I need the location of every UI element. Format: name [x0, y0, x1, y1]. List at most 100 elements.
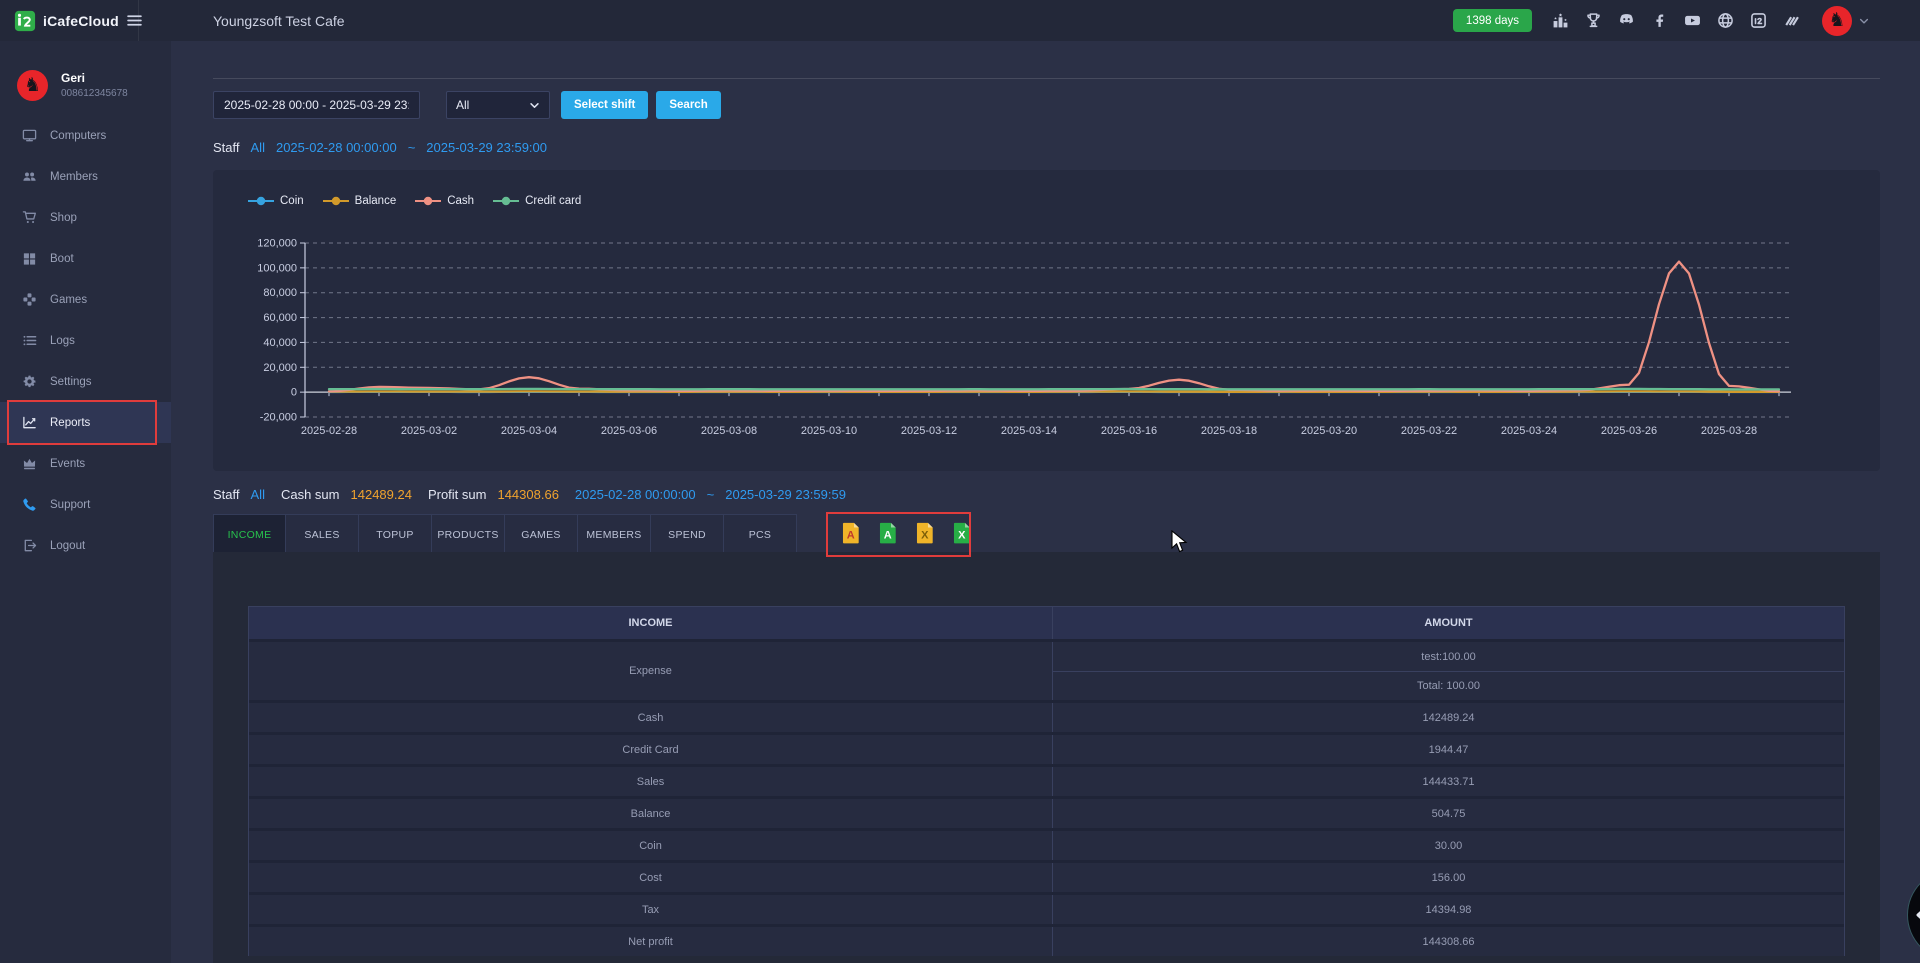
days-badge[interactable]: 1398 days [1453, 9, 1532, 32]
icafecloud-logo-icon [14, 10, 36, 32]
sidebar-item-settings[interactable]: Settings [0, 361, 171, 402]
income-label-cell: Cash [249, 703, 1053, 732]
icafecloud-icon[interactable] [1750, 12, 1767, 29]
table-row: Cost156.00 [249, 860, 1844, 892]
layers-icon[interactable] [1783, 12, 1800, 29]
sidebar-item-label: Events [50, 458, 85, 470]
svg-text:2025-03-14: 2025-03-14 [1001, 425, 1057, 437]
sidebar-item-reports[interactable]: Reports [0, 402, 171, 443]
tab-games[interactable]: GAMES [505, 514, 578, 556]
legend-marker-icon [322, 196, 350, 206]
sidebar-item-events[interactable]: Events [0, 443, 171, 484]
settings-icon [22, 374, 37, 389]
income-label-cell: Net profit [249, 927, 1053, 956]
chevron-left-icon [1913, 902, 1920, 928]
income-table-panel: INCOMEAMOUNTExpensetest:100.00Total: 100… [213, 552, 1880, 963]
svg-text:2025-03-12: 2025-03-12 [901, 425, 957, 437]
user-profile: ♞ Geri 008612345678 [0, 41, 171, 105]
income-label-cell: Cost [249, 863, 1053, 892]
legend-item-credit-card[interactable]: Credit card [492, 195, 581, 207]
legend-label: Credit card [525, 195, 581, 207]
legend-marker-icon [247, 196, 275, 206]
table-header-row: INCOMEAMOUNT [249, 607, 1844, 639]
legend-label: Balance [355, 195, 397, 207]
games-icon [22, 292, 37, 307]
svg-text:120,000: 120,000 [257, 238, 297, 250]
user-name: Geri [61, 71, 128, 85]
select-shift-button[interactable]: Select shift [561, 91, 648, 119]
export-pdf-green-icon[interactable]: A [878, 522, 898, 544]
staff-value[interactable]: All [251, 487, 265, 502]
amount-cell: 14394.98 [1053, 895, 1844, 924]
profit-sum-label: Profit sum [428, 487, 487, 502]
page-title: Youngzsoft Test Cafe [213, 13, 345, 29]
globe-icon[interactable] [1717, 12, 1734, 29]
discord-icon[interactable] [1618, 12, 1635, 29]
sidebar-item-label: Shop [50, 212, 77, 224]
svg-text:20,000: 20,000 [263, 362, 297, 374]
legend-item-balance[interactable]: Balance [322, 195, 397, 207]
hamburger-menu-icon[interactable] [126, 12, 143, 29]
sidebar-item-label: Computers [50, 130, 106, 142]
sidebar-item-shop[interactable]: Shop [0, 197, 171, 238]
staff-select[interactable]: All [446, 91, 550, 119]
staff-value[interactable]: All [251, 140, 265, 155]
svg-text:-20,000: -20,000 [260, 412, 297, 424]
income-label-cell: Expense [249, 642, 1053, 700]
sidebar-item-logout[interactable]: Logout [0, 525, 171, 566]
logout-icon [22, 538, 37, 553]
youtube-icon[interactable] [1684, 12, 1701, 29]
export-excel-yellow-icon[interactable]: X [915, 522, 935, 544]
amount-cell: 144433.71 [1053, 767, 1844, 796]
export-excel-green-icon[interactable]: X [952, 522, 972, 544]
user-avatar: ♞ [17, 70, 48, 101]
line-chart: -20,000020,00040,00060,00080,000100,0001… [239, 227, 1804, 450]
tab-topup[interactable]: TOPUP [359, 514, 432, 556]
legend-item-cash[interactable]: Cash [414, 195, 474, 207]
svg-text:60,000: 60,000 [263, 312, 297, 324]
table-row: Coin30.00 [249, 828, 1844, 860]
legend-item-coin[interactable]: Coin [247, 195, 304, 207]
ranking-icon[interactable] [1552, 12, 1569, 29]
avatar[interactable]: ♞ [1822, 6, 1852, 36]
sidebar-item-members[interactable]: Members [0, 156, 171, 197]
logs-icon [22, 333, 37, 348]
staff-label: Staff [213, 140, 240, 155]
sidebar-item-support[interactable]: Support [0, 484, 171, 525]
sidebar-item-label: Boot [50, 253, 74, 265]
boot-icon [22, 251, 37, 266]
tab-members[interactable]: MEMBERS [578, 514, 651, 556]
tab-sales[interactable]: SALES [286, 514, 359, 556]
table-row: Credit Card1944.47 [249, 732, 1844, 764]
sidebar-item-computers[interactable]: Computers [0, 115, 171, 156]
sidebar-item-boot[interactable]: Boot [0, 238, 171, 279]
date-range-input[interactable] [213, 91, 420, 119]
tab-products[interactable]: PRODUCTS [432, 514, 505, 556]
svg-text:2025-03-06: 2025-03-06 [601, 425, 657, 437]
sidebar-item-logs[interactable]: Logs [0, 320, 171, 361]
facebook-icon[interactable] [1651, 12, 1668, 29]
brand[interactable]: iCafeCloud [0, 0, 139, 41]
svg-text:2025-03-18: 2025-03-18 [1201, 425, 1257, 437]
export-pdf-yellow-icon[interactable]: A [841, 522, 861, 544]
cash-sum-label: Cash sum [281, 487, 340, 502]
support-icon [22, 497, 37, 512]
svg-text:X: X [958, 530, 966, 542]
sidebar-item-games[interactable]: Games [0, 279, 171, 320]
staff-label: Staff [213, 487, 240, 502]
export-buttons: AAXX [841, 522, 972, 544]
topbar-icons [1552, 12, 1800, 29]
date-from: 2025-02-28 00:00:00 [575, 487, 696, 502]
trophy-icon[interactable] [1585, 12, 1602, 29]
svg-text:2025-03-04: 2025-03-04 [501, 425, 557, 437]
tab-pcs[interactable]: PCS [724, 514, 797, 556]
tab-income[interactable]: INCOME [213, 514, 286, 556]
svg-text:2025-03-02: 2025-03-02 [401, 425, 457, 437]
chevron-down-icon[interactable] [1858, 15, 1870, 27]
legend-marker-icon [414, 196, 442, 206]
tab-spend[interactable]: SPEND [651, 514, 724, 556]
amount-cell: 1944.47 [1053, 735, 1844, 764]
income-label-cell: Credit Card [249, 735, 1053, 764]
search-button[interactable]: Search [656, 91, 720, 119]
sidebar-item-label: Members [50, 171, 98, 183]
